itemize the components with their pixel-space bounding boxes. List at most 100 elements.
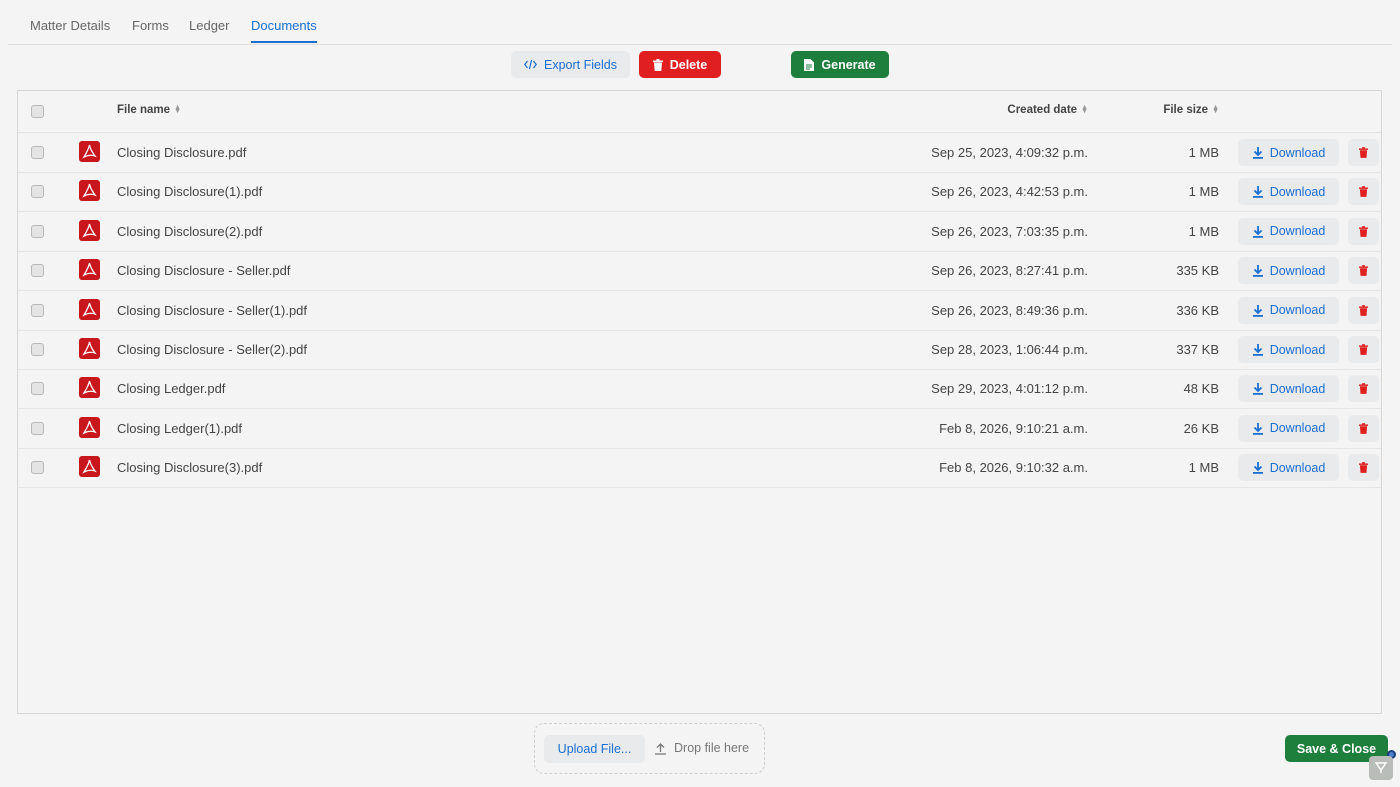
file-name-cell: Closing Disclosure.pdf	[117, 145, 247, 160]
file-name-cell: Closing Disclosure(3).pdf	[117, 460, 263, 476]
trash-icon	[1359, 147, 1368, 158]
created-date-cell: Sep 26, 2023, 4:42:53 p.m.	[931, 184, 1088, 200]
delete-row-button[interactable]	[1348, 375, 1379, 403]
download-button[interactable]: Download	[1238, 139, 1339, 166]
file-size-cell: 336 KB	[1176, 302, 1219, 318]
download-icon	[1252, 343, 1264, 356]
pdf-file-icon	[79, 456, 100, 478]
chat-widget-icon[interactable]	[1369, 756, 1393, 780]
file-size-cell: 1 MB	[1188, 223, 1219, 239]
created-date-cell: Sep 29, 2023, 4:01:12 p.m.	[931, 381, 1088, 397]
file-name-cell: Closing Disclosure(1).pdf	[117, 184, 263, 200]
created-date-header-label: Created date	[1007, 104, 1078, 116]
table-row: Closing Disclosure(3).pdf Feb 8, 2026, 9:…	[18, 448, 1381, 489]
file-size-cell: 1 MB	[1188, 145, 1219, 160]
delete-row-button[interactable]	[1348, 257, 1379, 285]
created-date-cell: Sep 26, 2023, 8:27:41 p.m.	[931, 263, 1088, 279]
row-select-checkbox[interactable]	[31, 146, 44, 159]
column-header-file-name[interactable]: File name ▲ ▼	[117, 104, 181, 116]
download-icon	[1252, 185, 1264, 199]
download-button[interactable]: Download	[1238, 178, 1339, 206]
export-fields-button[interactable]: Export Fields	[511, 51, 630, 78]
table-row: Closing Disclosure(2).pdf Sep 26, 2023, 7…	[18, 212, 1381, 252]
row-select-checkbox[interactable]	[31, 264, 44, 278]
delete-row-button[interactable]	[1348, 336, 1379, 363]
created-date-cell: Feb 8, 2026, 9:10:32 a.m.	[939, 460, 1088, 476]
download-button[interactable]: Download	[1238, 454, 1339, 482]
download-label: Download	[1269, 303, 1326, 318]
generate-button[interactable]: Generate	[791, 51, 889, 78]
download-button[interactable]: Download	[1238, 336, 1339, 363]
trash-icon	[652, 58, 663, 71]
sort-icon: ▲ ▼	[1212, 103, 1219, 115]
delete-label: Delete	[669, 57, 708, 72]
file-size-cell: 1 MB	[1188, 460, 1219, 476]
tab-ledger[interactable]: Ledger	[189, 18, 229, 33]
tab-documents[interactable]: Documents	[251, 18, 317, 43]
delete-row-button[interactable]	[1348, 454, 1379, 482]
pdf-file-icon	[79, 377, 100, 399]
table-row: Closing Disclosure(1).pdf Sep 26, 2023, 4…	[18, 172, 1381, 213]
delete-row-button[interactable]	[1348, 414, 1379, 442]
download-icon	[1252, 264, 1264, 277]
delete-row-button[interactable]	[1348, 217, 1379, 245]
column-header-created-date[interactable]: Created date ▲ ▼	[1007, 104, 1088, 116]
upload-file-button[interactable]: Upload File...	[544, 735, 645, 763]
trash-icon	[1359, 265, 1368, 277]
file-name-cell: Closing Disclosure(2).pdf	[117, 223, 263, 239]
tab-bar: Matter Details Forms Ledger Documents	[8, 0, 1392, 45]
document-icon	[804, 58, 815, 71]
widget-glyph-icon	[1374, 762, 1388, 773]
download-label: Download	[1269, 460, 1326, 475]
download-label: Download	[1269, 184, 1326, 199]
column-header-file-size[interactable]: File size ▲ ▼	[1163, 104, 1219, 116]
delete-button[interactable]: Delete	[639, 51, 721, 78]
pdf-file-icon	[79, 416, 100, 438]
row-select-checkbox[interactable]	[31, 343, 44, 356]
tab-forms[interactable]: Forms	[132, 18, 169, 33]
download-button[interactable]: Download	[1238, 257, 1339, 285]
row-select-checkbox[interactable]	[31, 382, 44, 396]
created-date-cell: Sep 26, 2023, 7:03:35 p.m.	[931, 223, 1088, 239]
download-button[interactable]: Download	[1238, 217, 1339, 245]
table-row: Closing Ledger(1).pdf Feb 8, 2026, 9:10:2…	[18, 409, 1381, 449]
created-date-cell: Sep 28, 2023, 1:06:44 p.m.	[931, 342, 1088, 357]
download-label: Download	[1269, 263, 1326, 278]
select-all-checkbox[interactable]	[31, 105, 44, 118]
upload-icon	[655, 742, 666, 755]
file-size-cell: 1 MB	[1188, 184, 1219, 200]
download-icon	[1252, 422, 1264, 435]
download-button[interactable]: Download	[1238, 414, 1339, 442]
sort-icon: ▲ ▼	[174, 103, 181, 115]
table-row: Closing Ledger.pdf Sep 29, 2023, 4:01:12 …	[18, 369, 1381, 410]
row-select-checkbox[interactable]	[31, 461, 44, 475]
pdf-file-icon	[79, 219, 100, 241]
table-row: Closing Disclosure - Seller(1).pdf Sep 26…	[18, 291, 1381, 331]
pdf-file-icon	[79, 141, 100, 162]
download-label: Download	[1269, 421, 1326, 436]
trash-icon	[1359, 344, 1368, 355]
delete-row-button[interactable]	[1348, 178, 1379, 206]
file-drop-zone[interactable]: Upload File... Drop file here	[534, 723, 765, 774]
tab-matter-details[interactable]: Matter Details	[30, 18, 110, 33]
code-icon	[524, 59, 537, 70]
file-size-cell: 337 KB	[1176, 342, 1219, 357]
created-date-cell: Sep 25, 2023, 4:09:32 p.m.	[931, 145, 1088, 160]
delete-row-button[interactable]	[1348, 296, 1379, 324]
download-button[interactable]: Download	[1238, 375, 1339, 403]
created-date-cell: Sep 26, 2023, 8:49:36 p.m.	[931, 302, 1088, 318]
file-name-cell: Closing Ledger.pdf	[117, 381, 226, 397]
table-row: Closing Disclosure - Seller(2).pdf Sep 28…	[18, 330, 1381, 370]
sort-icon: ▲ ▼	[1081, 103, 1088, 115]
trash-icon	[1359, 225, 1368, 237]
generate-label: Generate	[821, 57, 876, 72]
download-label: Download	[1269, 381, 1326, 396]
delete-row-button[interactable]	[1348, 139, 1379, 166]
row-select-checkbox[interactable]	[31, 185, 44, 199]
trash-icon	[1359, 422, 1368, 434]
row-select-checkbox[interactable]	[31, 224, 44, 238]
download-button[interactable]: Download	[1238, 296, 1339, 324]
created-date-cell: Feb 8, 2026, 9:10:21 a.m.	[939, 420, 1088, 436]
row-select-checkbox[interactable]	[31, 303, 44, 317]
row-select-checkbox[interactable]	[31, 421, 44, 435]
